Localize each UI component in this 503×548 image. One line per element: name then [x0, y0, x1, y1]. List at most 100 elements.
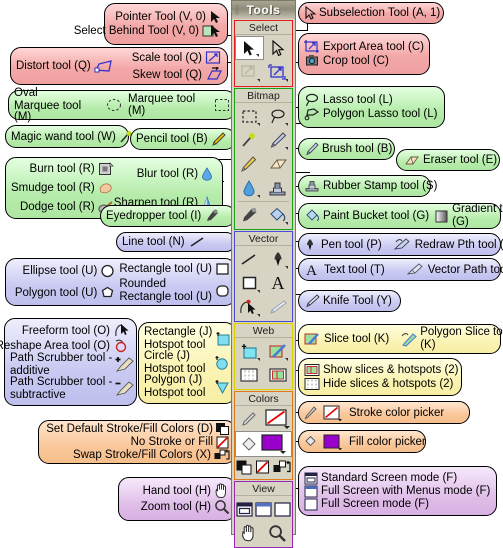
tool-line[interactable] — [235, 247, 264, 271]
tool-hide-slices[interactable] — [235, 363, 264, 387]
stroke-color-swatch[interactable] — [323, 405, 343, 421]
svg-text:A: A — [271, 274, 284, 292]
crop-tool-icon — [304, 54, 320, 68]
tool-freeform[interactable] — [235, 295, 264, 319]
callout-label: Polygon (J) — [144, 374, 203, 386]
panel-grip-icon[interactable] — [235, 5, 239, 15]
tool-zoom[interactable] — [264, 521, 293, 545]
callout-label: Full Screen with Menus mode (F) — [321, 485, 491, 497]
callout-label: Select Behind Tool (V, 0) — [73, 25, 199, 37]
tool-magic-wand[interactable] — [235, 128, 264, 152]
circle-hotspot-icon — [214, 355, 230, 371]
text-tool-icon: A — [304, 262, 319, 277]
pencil-icon — [211, 132, 226, 146]
callout-label: Rubber Stamp tool (S) — [323, 180, 438, 192]
tool-brush[interactable] — [264, 128, 293, 152]
tool-flyout-arrow-icon[interactable] — [256, 358, 260, 361]
tool-pen[interactable] — [264, 247, 293, 271]
no-stroke-or-fill-button[interactable] — [254, 457, 273, 477]
tool-pencil[interactable] — [235, 152, 264, 176]
tools-panel-titlebar[interactable]: Tools — [232, 1, 295, 19]
vector-path-tool-icon — [406, 262, 423, 277]
fill-color-row[interactable] — [235, 431, 292, 457]
tool-flyout-arrow-icon[interactable] — [256, 79, 260, 82]
tool-pointer[interactable] — [235, 36, 264, 60]
tool-eyedropper[interactable] — [235, 203, 264, 227]
no-stroke-or-fill-icon — [216, 436, 230, 449]
callout-label: Fill color picker — [349, 435, 426, 448]
tool-flyout-arrow-icon[interactable] — [285, 266, 288, 269]
leader-line — [296, 172, 310, 174]
callout-label: Polygon tool (U) — [14, 287, 98, 299]
tool-flyout-arrow-icon[interactable] — [255, 54, 259, 57]
tool-show-slices[interactable] — [264, 363, 293, 387]
tool-group-view: View — [234, 481, 293, 548]
polygon-lasso-tool-icon — [304, 107, 320, 121]
marquee-icon — [214, 98, 230, 112]
standard-screen-mode-button[interactable] — [235, 497, 254, 521]
callout-hand-zoom: Hand tool (H) Zoom tool (H) — [118, 477, 236, 521]
tools-panel[interactable]: Tools Select Bitmap Vector A Web Colors … — [231, 0, 296, 548]
tool-eraser[interactable] — [264, 152, 293, 176]
callout-label: Polygon Slice tool — [420, 326, 503, 338]
tool-rectangle[interactable] — [235, 271, 264, 295]
tool-text[interactable]: A — [264, 271, 293, 295]
callout-rubber-stamp: Rubber Stamp tool (S) — [298, 175, 437, 197]
set-default-colors-button[interactable] — [235, 457, 254, 477]
callout-label: Blur tool (R) — [136, 167, 199, 180]
fill-bucket-indicator — [241, 437, 256, 451]
rubber-stamp-tool-icon — [304, 179, 320, 193]
tool-flyout-arrow-icon[interactable] — [285, 147, 288, 150]
full-screen-mode-button[interactable] — [273, 497, 292, 521]
callout-label: Stroke color picker — [349, 406, 445, 419]
callout-label: Gradient tool — [452, 203, 503, 215]
tool-scale[interactable] — [235, 60, 264, 84]
callout-label: Pencil tool (B) — [136, 133, 208, 145]
callout-label: Rounded — [119, 277, 166, 290]
redraw-path-tool-icon — [393, 237, 410, 252]
tool-flyout-arrow-icon[interactable] — [256, 314, 260, 317]
tool-crop[interactable] — [264, 60, 293, 84]
tool-blur[interactable] — [235, 176, 264, 200]
tool-marquee[interactable] — [235, 104, 264, 128]
tool-subselection[interactable] — [264, 36, 293, 60]
blur-tool-icon — [201, 166, 213, 181]
tool-flyout-arrow-icon[interactable] — [256, 195, 260, 198]
tool-flyout-arrow-icon[interactable] — [285, 222, 288, 225]
polygon-slice-tool-icon — [400, 332, 417, 347]
tool-flyout-arrow-icon[interactable] — [256, 123, 260, 126]
callout-label: Rectangle (J) — [144, 326, 213, 338]
tool-flyout-arrow-icon[interactable] — [285, 358, 288, 361]
callout-pointer-tools: Pointer Tool (V, 0) Select Behind Tool (… — [74, 3, 228, 45]
gradient-tool-icon — [435, 210, 449, 223]
stroke-color-well[interactable] — [264, 407, 293, 431]
callout-label: Pointer Tool (V, 0) — [115, 11, 206, 23]
callout-label: Rectangle tool (U) — [119, 262, 212, 275]
fill-color-swatch[interactable] — [323, 434, 343, 450]
full-screen-with-menus-button[interactable] — [254, 497, 273, 521]
hide-slices-icon — [304, 377, 320, 391]
tool-flyout-arrow-icon[interactable] — [285, 79, 288, 82]
oval-marquee-icon — [106, 98, 122, 112]
path-scrubber-additive-icon — [115, 356, 135, 374]
tool-hand[interactable] — [235, 521, 264, 545]
callout-label: Line tool (N) — [122, 236, 185, 248]
tool-rubber-stamp[interactable] — [264, 176, 293, 200]
swap-colors-icon — [214, 448, 230, 462]
tool-knife[interactable] — [264, 295, 293, 319]
swap-colors-button[interactable] — [273, 457, 292, 477]
callout-label: Vector Path tool (P) — [427, 263, 503, 276]
tool-slice[interactable] — [264, 339, 293, 363]
fill-color-well — [260, 434, 286, 454]
tool-group-name: Select — [235, 21, 292, 35]
callout-label: Path Scrubber tool - — [10, 376, 113, 388]
callout-label: Standard Screen mode (F) — [321, 472, 458, 484]
callout-marquee-tools: Oval Marquee tool (M) Marquee tool (M) — [8, 87, 236, 122]
tool-lasso[interactable] — [264, 104, 293, 128]
zoom-tool-icon — [214, 499, 230, 515]
tool-hotspot[interactable] — [235, 339, 264, 363]
tool-paint-bucket[interactable] — [264, 203, 293, 227]
tool-flyout-arrow-icon[interactable] — [256, 290, 260, 293]
pointer-arrow-icon — [209, 10, 222, 24]
tool-flyout-arrow-icon[interactable] — [285, 123, 288, 126]
